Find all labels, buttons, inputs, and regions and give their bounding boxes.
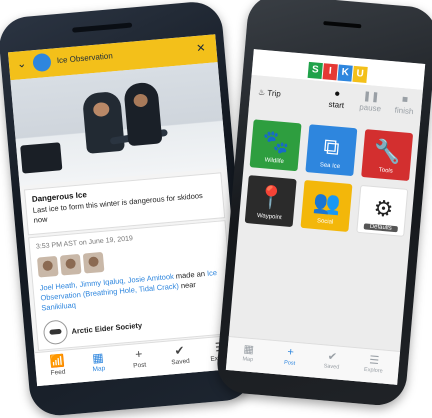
- logo-letter: K: [337, 64, 353, 82]
- organization-name[interactable]: Arctic Eider Society: [71, 321, 142, 336]
- ice-cubes-icon: ⧉: [322, 133, 341, 160]
- finish-label: finish: [394, 105, 414, 117]
- tile-social[interactable]: 👥 Social: [300, 179, 353, 232]
- observation-photo[interactable]: [10, 62, 227, 186]
- tile-label: Waypoint: [256, 212, 282, 222]
- nav-item-post[interactable]: + Post: [272, 345, 308, 368]
- location-pin-icon: 📍: [256, 183, 286, 212]
- trip-text: Trip: [266, 88, 282, 99]
- nav-item-map[interactable]: ▦ Map: [231, 341, 267, 364]
- tile-label: Sea Ice: [319, 162, 341, 171]
- phone-speaker: [72, 22, 133, 33]
- snowmobile-shape: [20, 142, 63, 174]
- avatar[interactable]: [59, 253, 82, 276]
- android-phone: ⌄ Ice Observation ✕ Dangerous Ice Last i…: [0, 0, 256, 418]
- post-text-fragment: near: [178, 279, 197, 291]
- avatar[interactable]: [82, 251, 105, 274]
- logo-letter: S: [307, 61, 323, 80]
- nav-item-saved[interactable]: ✔ Saved: [314, 349, 350, 372]
- person-figure: [81, 90, 169, 154]
- person-figure: [123, 81, 163, 147]
- pause-label: pause: [358, 102, 382, 114]
- android-screen: ⌄ Ice Observation ✕ Dangerous Ice Last i…: [7, 34, 245, 387]
- avatar[interactable]: [36, 255, 59, 278]
- nav-item-feed[interactable]: 📶 Feed: [37, 353, 79, 378]
- tile-waypoint[interactable]: 📍 Waypoint: [244, 175, 297, 228]
- nav-item-explore[interactable]: ☰Explore: [356, 352, 392, 375]
- tile-defaults[interactable]: ⚙ Defaults: [356, 184, 409, 237]
- finish-button[interactable]: ■ finish: [387, 93, 423, 117]
- organization-logo: [42, 319, 69, 346]
- nav-item-post[interactable]: + Post: [118, 345, 160, 370]
- iphone-screen: SIKU ♨ Trip ● start ❚❚ pause ■ finish 🐾 Wild…: [225, 49, 426, 385]
- tile-wildlife[interactable]: 🐾 Wildlife: [249, 119, 302, 172]
- ice-observation-logo-icon: [32, 52, 52, 73]
- start-label: start: [328, 99, 345, 111]
- logo-letter: U: [352, 65, 368, 83]
- tile-label: Defaults: [363, 223, 398, 233]
- post-timestamp: 3:53 PM AST on June 19, 2019: [35, 235, 134, 251]
- gear-icon: ⚙: [372, 195, 395, 222]
- iphone-bottom-nav: ▦ Map + Post ✔ Saved ☰ Explore: [225, 335, 401, 385]
- phone-speaker: [323, 21, 362, 29]
- tile-label: Social: [316, 218, 334, 226]
- siku-logo: SIKU: [307, 59, 369, 83]
- start-button[interactable]: ● start: [319, 87, 355, 111]
- people-icon: 👥: [312, 188, 342, 217]
- place-link[interactable]: Sanikiluaq: [41, 300, 76, 312]
- pause-button[interactable]: ❚❚ pause: [353, 90, 389, 114]
- tile-sea-ice[interactable]: ⧉ Sea Ice: [305, 124, 358, 177]
- header-title: Ice Observation: [56, 51, 114, 66]
- nav-item-map[interactable]: ▦ Map: [77, 349, 119, 374]
- paw-icon: 🐾: [261, 128, 291, 156]
- tile-tools[interactable]: 🔧 Tools: [361, 129, 414, 182]
- logo-letter: I: [322, 63, 338, 81]
- post-card: 3:53 PM AST on June 19, 2019 Joel Heath,…: [28, 220, 236, 351]
- close-icon[interactable]: ✕: [196, 41, 206, 55]
- iphone: SIKU ♨ Trip ● start ❚❚ pause ■ finish 🐾 Wild…: [214, 0, 432, 408]
- trip-label: ♨ Trip: [257, 87, 282, 99]
- post-text-fragment: made an: [173, 268, 208, 281]
- nav-item-saved[interactable]: ✔ Saved: [159, 342, 201, 367]
- tile-label: Tools: [378, 167, 393, 175]
- wrench-icon: 🔧: [372, 137, 403, 166]
- tile-label: Wildlife: [264, 157, 285, 166]
- chevron-down-icon[interactable]: ⌄: [16, 56, 31, 71]
